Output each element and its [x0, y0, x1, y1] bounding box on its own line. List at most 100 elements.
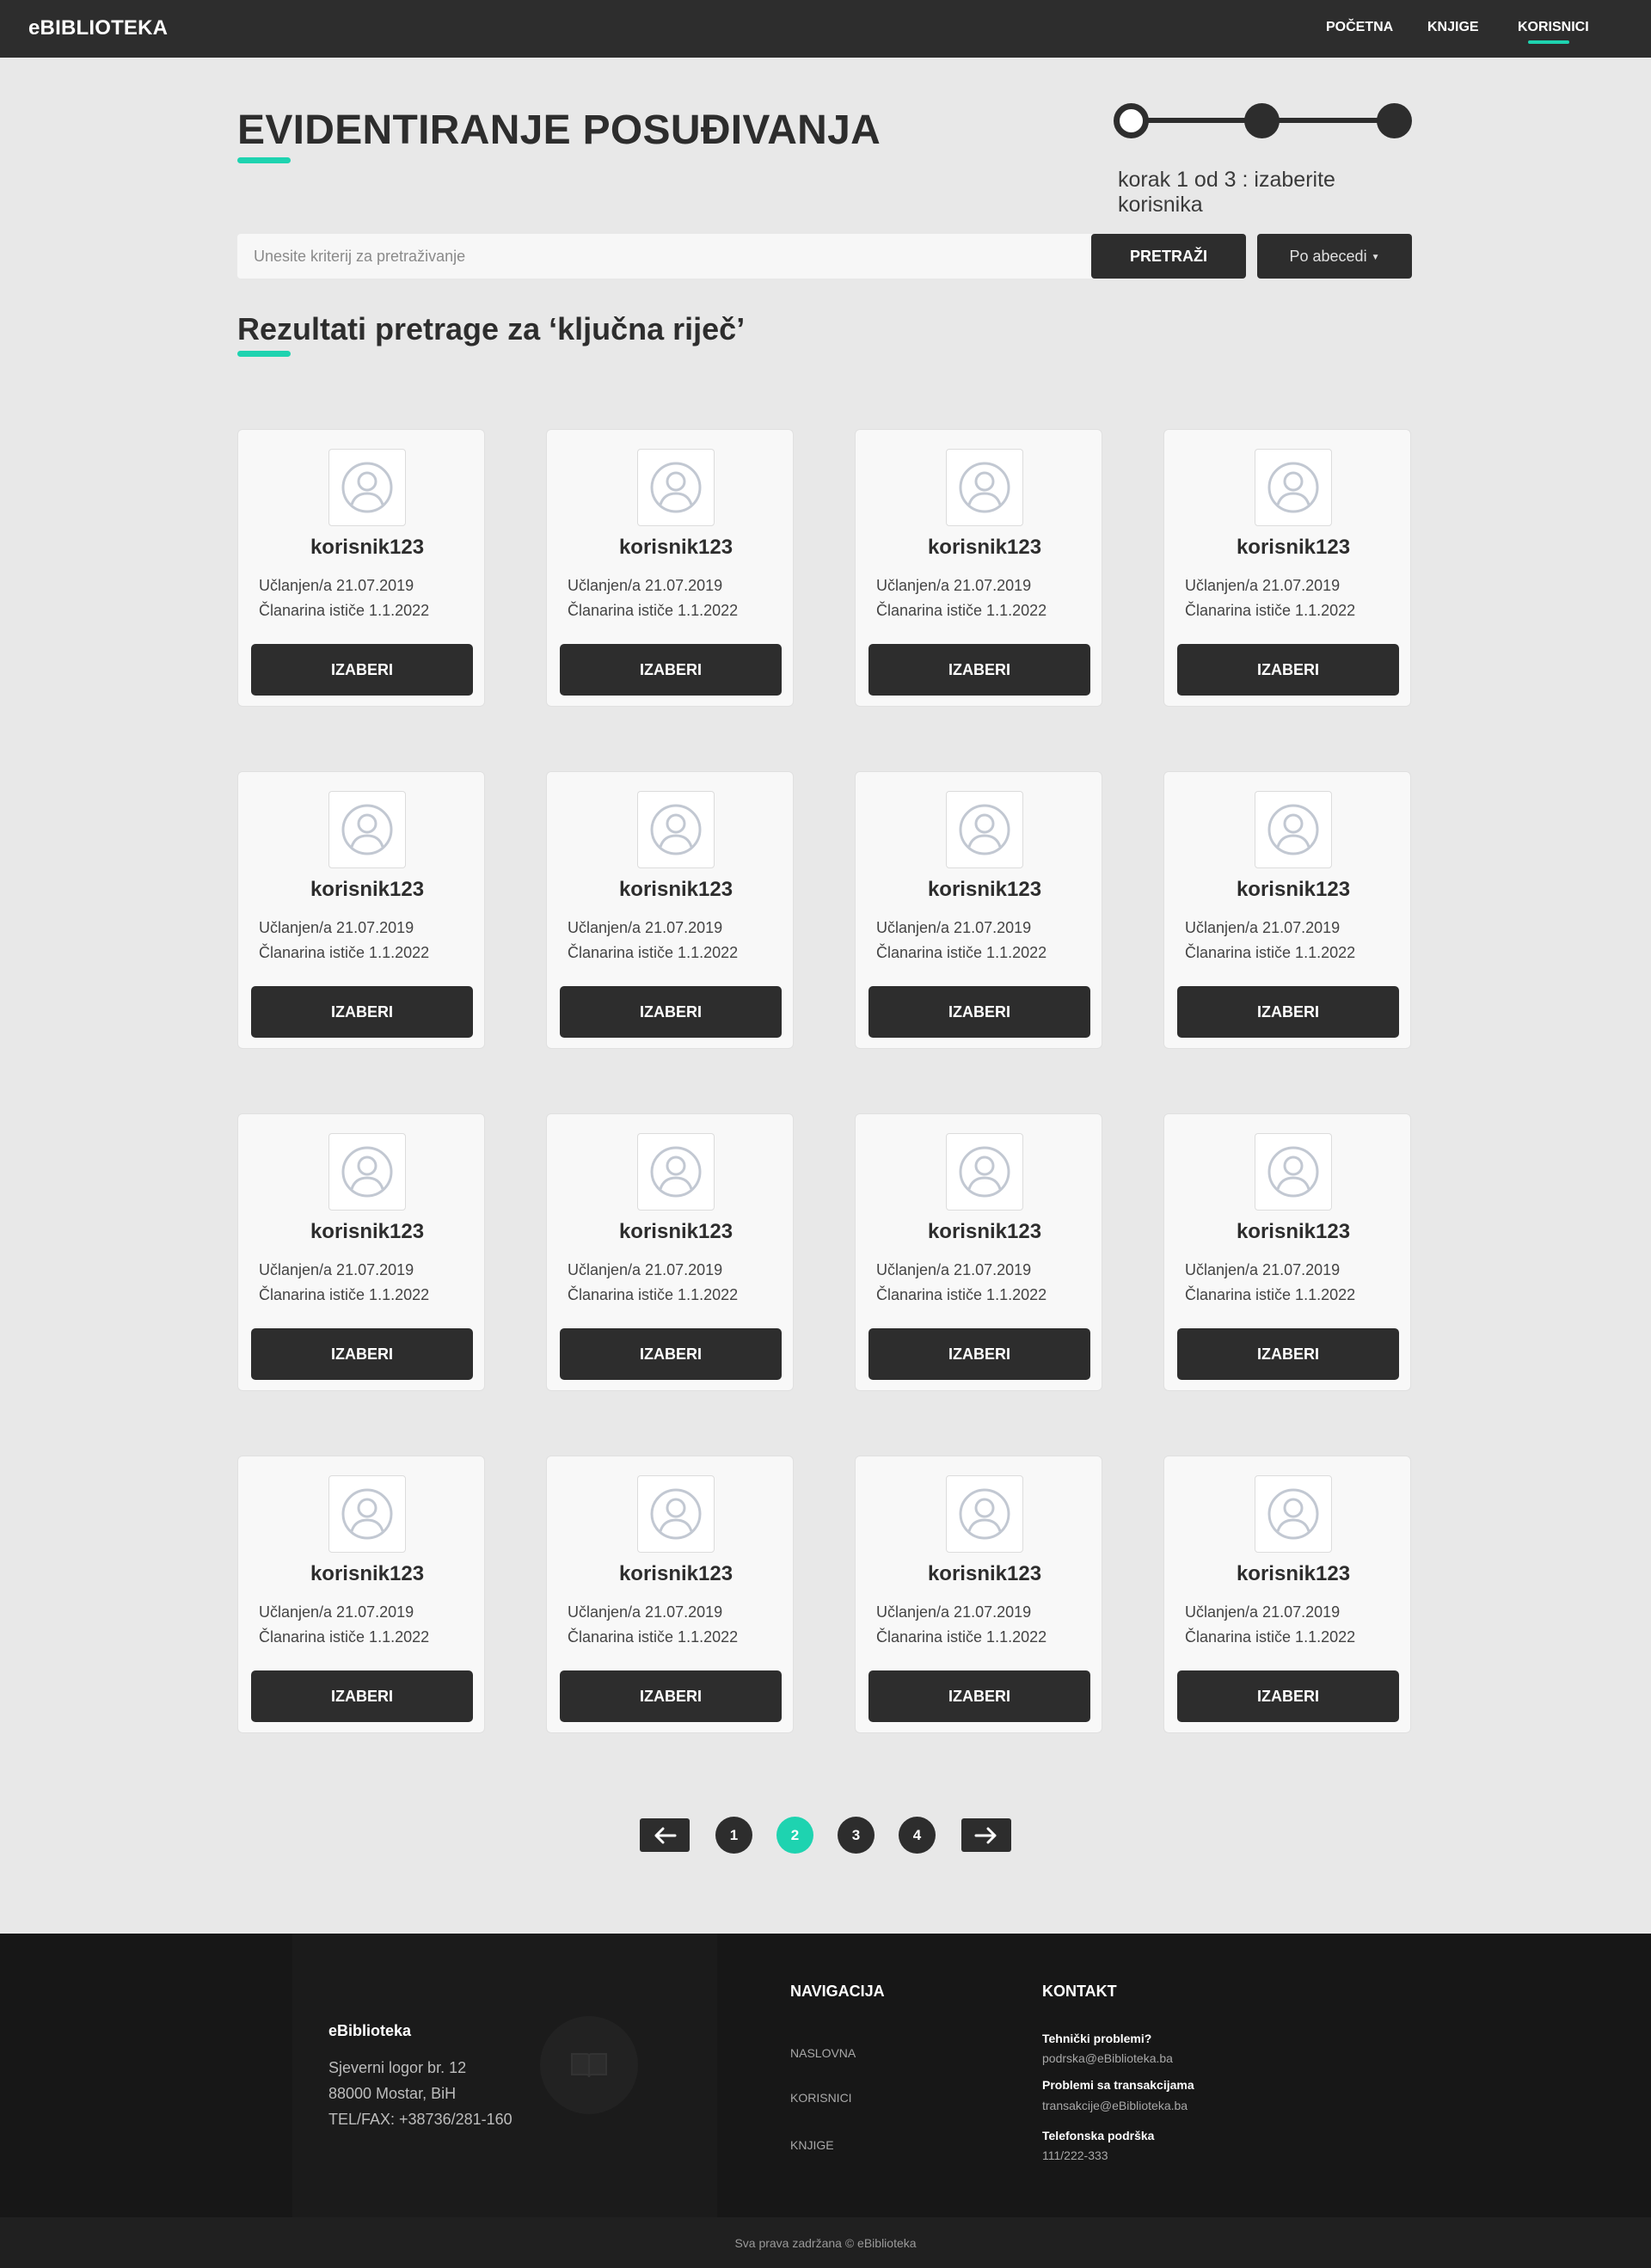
card-username: korisnik123: [310, 1220, 425, 1243]
page-4-button[interactable]: 4: [899, 1817, 936, 1854]
search-button[interactable]: PRETRAŽI: [1091, 234, 1246, 279]
card-member-since: Učlanjen/a 21.07.2019: [1185, 1261, 1341, 1278]
brand-logo[interactable]: eBIBLIOTEKA: [28, 16, 168, 40]
select-user-button[interactable]: IZABERI: [1177, 1670, 1399, 1722]
user-avatar-icon: [1255, 449, 1332, 526]
card-username: korisnik123: [1236, 878, 1351, 901]
footer-link-naslovna[interactable]: NASLOVNA: [790, 2046, 856, 2060]
card-username: korisnik123: [1236, 536, 1351, 559]
card-membership-expiry: Članarina ističe 1.1.2022: [568, 944, 739, 961]
select-user-button[interactable]: IZABERI: [1177, 644, 1399, 696]
card-username: korisnik123: [310, 536, 425, 559]
select-user-button[interactable]: IZABERI: [251, 986, 473, 1038]
footer-link-korisnici[interactable]: KORISNICI: [790, 2091, 852, 2105]
nav-link-knjige[interactable]: KNJIGE: [1427, 20, 1479, 35]
page-3-button[interactable]: 3: [838, 1817, 875, 1854]
step-3-indicator: [1377, 103, 1412, 138]
user-card: korisnik123 Učlanjen/a 21.07.2019 Članarin…: [237, 1456, 485, 1733]
user-avatar-icon: [637, 1475, 715, 1553]
user-avatar-icon: [946, 1133, 1023, 1211]
footer-address-line: Sjeverni logor br. 12: [328, 2059, 467, 2076]
step-2-indicator: [1244, 103, 1280, 138]
nav-link-pocetna[interactable]: POČETNA: [1326, 20, 1393, 35]
footer-address-line: 88000 Mostar, BiH: [328, 2085, 457, 2102]
user-card: korisnik123 Učlanjen/a 21.07.2019 Članarin…: [546, 1456, 794, 1733]
card-member-since: Učlanjen/a 21.07.2019: [568, 1261, 723, 1278]
card-member-since: Učlanjen/a 21.07.2019: [876, 1261, 1032, 1278]
prev-page-button[interactable]: [640, 1818, 690, 1852]
user-card: korisnik123 Učlanjen/a 21.07.2019 Članarin…: [855, 1113, 1102, 1391]
card-username: korisnik123: [927, 536, 1042, 559]
user-avatar-icon: [1255, 1133, 1332, 1211]
footer-phone: TEL/FAX: +38736/281-160: [328, 2111, 512, 2128]
sort-dropdown[interactable]: Po abecedi ▼: [1257, 234, 1412, 279]
page-title: EVIDENTIRANJE POSUĐIVANJA: [237, 107, 881, 153]
select-user-button[interactable]: IZABERI: [868, 986, 1090, 1038]
footer-name: eBiblioteka: [328, 2022, 412, 2039]
footer-link-knjige[interactable]: KNJIGE: [790, 2138, 834, 2152]
card-membership-expiry: Članarina ističe 1.1.2022: [1185, 944, 1356, 961]
card-membership-expiry: Članarina ističe 1.1.2022: [876, 602, 1047, 619]
card-username: korisnik123: [618, 1562, 733, 1585]
sort-dropdown-label: Po abecedi: [1289, 247, 1367, 265]
card-username: korisnik123: [1236, 1562, 1351, 1585]
search-input[interactable]: [237, 234, 1092, 279]
card-member-since: Učlanjen/a 21.07.2019: [259, 1261, 414, 1278]
contact-email-transactions[interactable]: transakcije@eBiblioteka.ba: [1042, 2099, 1188, 2112]
select-user-button[interactable]: IZABERI: [251, 1670, 473, 1722]
book-logo-icon: [540, 2016, 638, 2114]
select-user-button[interactable]: IZABERI: [868, 1328, 1090, 1380]
card-membership-expiry: Članarina ističe 1.1.2022: [1185, 602, 1356, 619]
contact-label-phone: Telefonska podrška: [1042, 2129, 1155, 2142]
card-username: korisnik123: [1236, 1220, 1351, 1243]
card-membership-expiry: Članarina ističe 1.1.2022: [876, 1628, 1047, 1646]
user-avatar-icon: [946, 791, 1023, 868]
results-underline: [237, 351, 291, 357]
step-1-indicator: [1114, 103, 1149, 138]
user-avatar-icon: [637, 791, 715, 868]
select-user-button[interactable]: IZABERI: [560, 986, 782, 1038]
select-user-button[interactable]: IZABERI: [251, 644, 473, 696]
contact-label-transactions: Problemi sa transakcijama: [1042, 2078, 1194, 2092]
nav-link-korisnici[interactable]: KORISNICI: [1518, 20, 1589, 35]
card-username: korisnik123: [618, 1220, 733, 1243]
footer-address-panel: eBiblioteka Sjeverni logor br. 12 88000 …: [292, 1934, 717, 2217]
card-membership-expiry: Članarina ističe 1.1.2022: [568, 602, 739, 619]
select-user-button[interactable]: IZABERI: [1177, 1328, 1399, 1380]
card-username: korisnik123: [927, 878, 1042, 901]
user-avatar-icon: [328, 449, 406, 526]
copyright-text: Sva prava zadržana © eBiblioteka: [734, 2236, 917, 2250]
user-card: korisnik123 Učlanjen/a 21.07.2019 Članarin…: [1163, 771, 1411, 1049]
select-user-button[interactable]: IZABERI: [560, 1670, 782, 1722]
card-member-since: Učlanjen/a 21.07.2019: [876, 919, 1032, 936]
user-avatar-icon: [1255, 791, 1332, 868]
select-user-button[interactable]: IZABERI: [1177, 986, 1399, 1038]
card-member-since: Učlanjen/a 21.07.2019: [568, 1603, 723, 1621]
select-user-button[interactable]: IZABERI: [560, 1328, 782, 1380]
copyright-bar: Sva prava zadržana © eBiblioteka: [0, 2217, 1651, 2268]
select-user-button[interactable]: IZABERI: [251, 1328, 473, 1380]
select-user-button[interactable]: IZABERI: [560, 644, 782, 696]
card-membership-expiry: Članarina ističe 1.1.2022: [1185, 1628, 1356, 1646]
select-user-button[interactable]: IZABERI: [868, 644, 1090, 696]
user-avatar-icon: [328, 1475, 406, 1553]
card-member-since: Učlanjen/a 21.07.2019: [259, 577, 414, 594]
user-avatar-icon: [637, 449, 715, 526]
card-username: korisnik123: [310, 1562, 425, 1585]
page-1-button[interactable]: 1: [715, 1817, 752, 1854]
arrow-right-icon: [974, 1827, 997, 1843]
card-membership-expiry: Članarina ističe 1.1.2022: [876, 944, 1047, 961]
user-card: korisnik123 Učlanjen/a 21.07.2019 Članarin…: [855, 429, 1102, 707]
card-membership-expiry: Članarina ističe 1.1.2022: [259, 602, 430, 619]
card-membership-expiry: Članarina ističe 1.1.2022: [568, 1628, 739, 1646]
user-avatar-icon: [1255, 1475, 1332, 1553]
page-2-button[interactable]: 2: [776, 1817, 813, 1854]
contact-email-support[interactable]: podrska@eBiblioteka.ba: [1042, 2051, 1173, 2065]
caret-down-icon: ▼: [1371, 252, 1380, 262]
card-username: korisnik123: [927, 1562, 1042, 1585]
card-member-since: Učlanjen/a 21.07.2019: [1185, 577, 1341, 594]
select-user-button[interactable]: IZABERI: [868, 1670, 1090, 1722]
card-membership-expiry: Članarina ističe 1.1.2022: [259, 1286, 430, 1303]
next-page-button[interactable]: [961, 1818, 1011, 1852]
contact-phone: 111/222-333: [1042, 2148, 1108, 2162]
